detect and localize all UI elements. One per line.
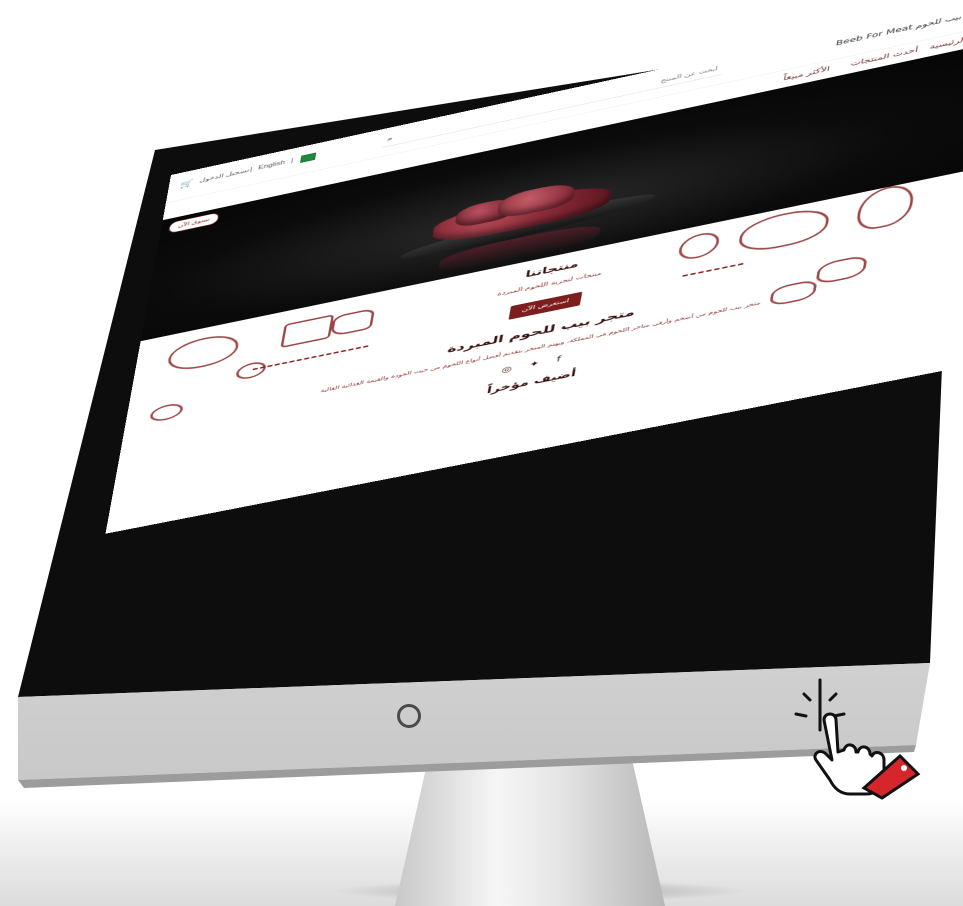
cart-icon[interactable]: 🛒 bbox=[179, 179, 194, 190]
saudi-flag-icon[interactable] bbox=[300, 152, 317, 163]
meat-cut-doodle-icon bbox=[234, 359, 268, 382]
twitter-icon[interactable]: ✦ bbox=[529, 358, 547, 370]
separator: | bbox=[290, 157, 294, 165]
separator: | bbox=[249, 166, 253, 173]
language-switch[interactable]: English bbox=[258, 160, 286, 171]
monitor-logo-icon bbox=[397, 704, 421, 728]
login-link[interactable]: تسجيل الدخول bbox=[199, 167, 250, 183]
search-icon[interactable]: ⌕ bbox=[386, 135, 393, 144]
click-hand-icon bbox=[794, 678, 921, 800]
facebook-icon[interactable]: f bbox=[556, 353, 569, 364]
instagram-icon[interactable]: ◎ bbox=[501, 363, 520, 375]
dashed-line bbox=[682, 262, 744, 277]
browse-now-button[interactable]: استعرض الآن bbox=[508, 291, 583, 320]
